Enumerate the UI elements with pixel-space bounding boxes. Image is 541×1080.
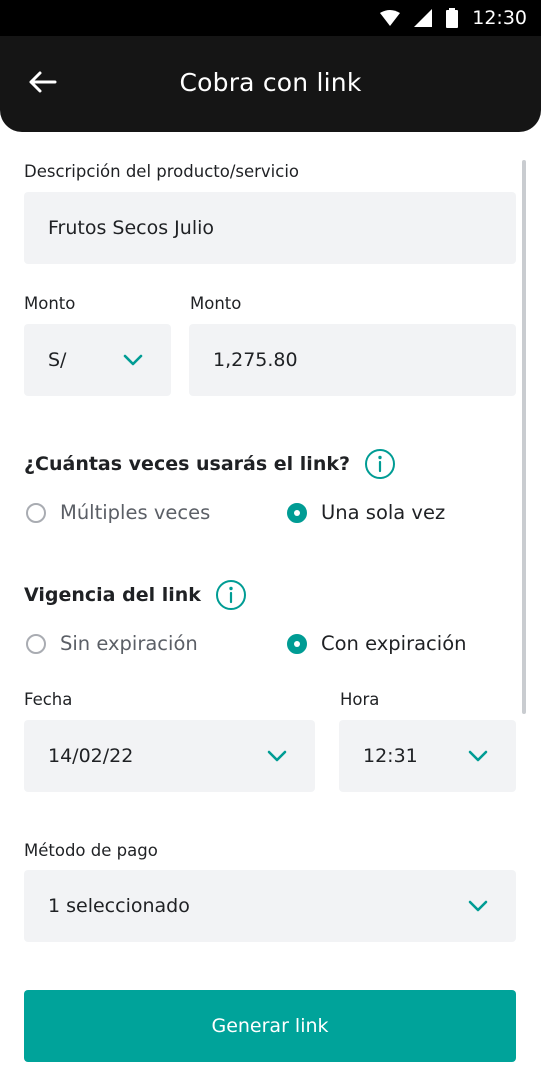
info-icon[interactable] xyxy=(364,448,396,480)
amount-value: 1,275.80 xyxy=(213,349,298,371)
amount-input[interactable]: 1,275.80 xyxy=(189,324,516,396)
description-value: Frutos Secos Julio xyxy=(48,217,214,239)
chevron-down-icon xyxy=(468,750,488,762)
radio-with-expiration[interactable]: Con expiración xyxy=(287,632,467,655)
wifi-icon xyxy=(380,10,401,26)
battery-icon xyxy=(446,8,459,28)
radio-circle-selected xyxy=(287,502,307,523)
validity-title: Vigencia del link xyxy=(24,584,201,606)
amount-label: Monto xyxy=(190,294,242,313)
info-icon[interactable] xyxy=(215,579,247,611)
signal-icon xyxy=(414,9,433,27)
radio-label: Con expiración xyxy=(321,632,467,655)
time-label: Hora xyxy=(340,690,380,709)
generate-link-button[interactable]: Generar link xyxy=(24,990,516,1062)
payment-method-label: Método de pago xyxy=(24,841,158,860)
currency-value: S/ xyxy=(48,349,67,371)
radio-no-expiration[interactable]: Sin expiración xyxy=(26,632,198,655)
chevron-down-icon xyxy=(267,750,287,762)
validity-section-title: Vigencia del link xyxy=(24,579,247,611)
radio-label: Múltiples veces xyxy=(60,501,211,524)
date-value: 14/02/22 xyxy=(48,745,134,767)
radio-label: Una sola vez xyxy=(321,501,446,524)
radio-multiple-uses[interactable]: Múltiples veces xyxy=(26,501,210,524)
currency-select[interactable]: S/ xyxy=(24,324,171,396)
radio-circle xyxy=(26,502,46,523)
description-label: Descripción del producto/servicio xyxy=(24,162,300,181)
app-bar: Cobra con link xyxy=(0,36,541,132)
radio-single-use[interactable]: Una sola vez xyxy=(287,501,445,524)
radio-circle-selected xyxy=(287,633,307,654)
date-select[interactable]: 14/02/22 xyxy=(24,720,315,792)
scrollbar[interactable] xyxy=(522,160,526,714)
currency-label: Monto xyxy=(24,294,76,313)
time-value: 12:31 xyxy=(363,745,418,767)
usage-title: ¿Cuántas veces usarás el link? xyxy=(24,453,351,475)
status-time: 12:30 xyxy=(472,7,527,29)
generate-link-label: Generar link xyxy=(211,1015,329,1037)
date-label: Fecha xyxy=(24,690,73,709)
payment-method-select[interactable]: 1 seleccionado xyxy=(24,870,516,942)
usage-section-title: ¿Cuántas veces usarás el link? xyxy=(24,448,396,480)
radio-circle xyxy=(26,633,46,654)
chevron-down-icon xyxy=(123,354,143,366)
time-select[interactable]: 12:31 xyxy=(339,720,516,792)
radio-label: Sin expiración xyxy=(60,632,198,655)
page-title: Cobra con link xyxy=(179,68,362,97)
status-bar: 12:30 xyxy=(0,0,541,36)
payment-method-value: 1 seleccionado xyxy=(48,895,190,917)
description-input[interactable]: Frutos Secos Julio xyxy=(24,192,516,264)
chevron-down-icon xyxy=(468,900,488,912)
